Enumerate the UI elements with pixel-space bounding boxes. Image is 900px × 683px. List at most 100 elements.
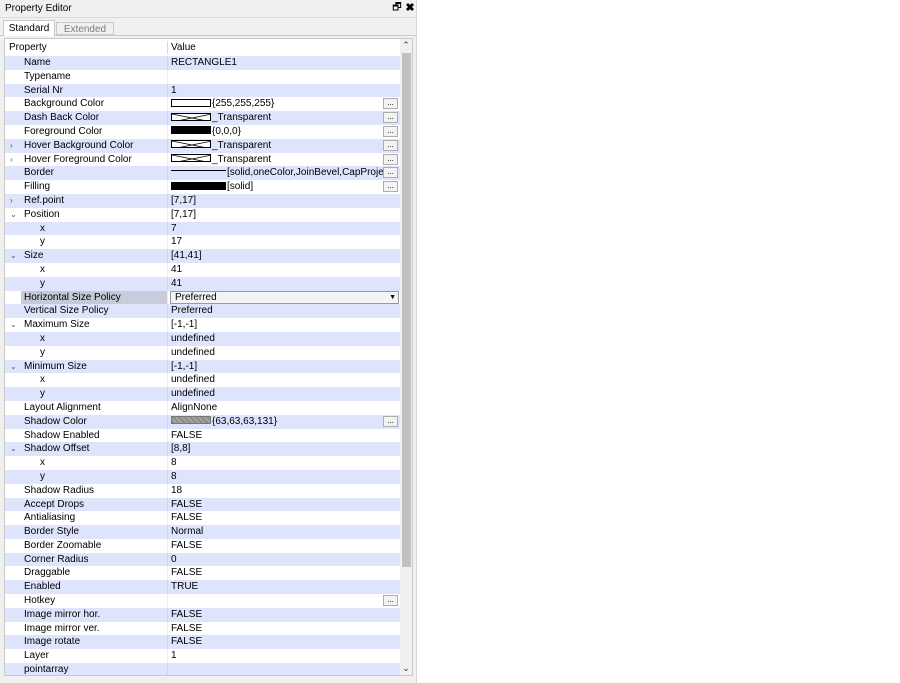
property-value[interactable]: [8,8] (171, 442, 384, 456)
property-row[interactable]: Horizontal Size Policy Preferred ▼ (5, 290, 400, 305)
browse-button[interactable]: ... (383, 98, 398, 110)
property-row[interactable]: Corner Radius 0 (5, 552, 400, 567)
property-row[interactable]: x undefined (5, 373, 400, 388)
browse-button[interactable]: ... (383, 595, 398, 607)
collapse-arrow-icon[interactable]: ⌄ (10, 249, 17, 263)
browse-button[interactable]: ... (383, 153, 398, 165)
property-row[interactable]: Serial Nr 1 (5, 83, 400, 98)
property-value[interactable]: undefined (171, 387, 384, 401)
property-row[interactable]: Enabled TRUE (5, 580, 400, 595)
property-value[interactable]: [-1,-1] (171, 318, 384, 332)
property-row[interactable]: ⌄ Minimum Size [-1,-1] (5, 359, 400, 374)
property-row[interactable]: Name RECTANGLE1 (5, 56, 400, 70)
expand-arrow-icon[interactable]: › (10, 153, 13, 167)
browse-button[interactable]: ... (383, 415, 398, 427)
property-value[interactable]: FALSE (171, 498, 384, 512)
property-row[interactable]: ⌄ Size [41,41] (5, 249, 400, 263)
property-row[interactable]: Vertical Size Policy Preferred (5, 304, 400, 319)
property-row[interactable]: x8 (5, 456, 400, 470)
property-row[interactable]: Dash Back Color _Transparent... (5, 111, 400, 125)
property-row[interactable]: Filling [solid]... (5, 180, 400, 194)
property-row[interactable]: › Hover Background Color _Transparent... (5, 138, 400, 153)
property-row[interactable]: y undefined (5, 345, 400, 360)
property-row[interactable]: y8 (5, 469, 400, 484)
property-row[interactable]: Border Style Normal (5, 525, 400, 539)
property-value[interactable]: _Transparent (171, 139, 384, 153)
property-row[interactable]: ⌄ Position [7,17] (5, 207, 400, 222)
browse-button[interactable]: ... (383, 167, 398, 179)
property-value[interactable]: 0 (171, 553, 384, 567)
property-row[interactable]: pointarray (5, 663, 400, 675)
property-row[interactable]: y 41 (5, 276, 400, 291)
property-row[interactable]: Layout Alignment AlignNone (5, 400, 400, 415)
property-row[interactable]: Foreground Color {0,0,0}... (5, 124, 400, 139)
property-value[interactable]: [7,17] (171, 208, 384, 222)
collapse-arrow-icon[interactable]: ⌄ (10, 442, 17, 456)
property-row[interactable]: Border [solid,oneColor,JoinBevel,CapProje… (5, 166, 400, 181)
header-value[interactable]: Value (171, 42, 196, 53)
property-row[interactable]: › Ref.point [7,17] (5, 193, 400, 208)
property-value[interactable]: TRUE (171, 580, 384, 594)
property-value[interactable]: [41,41] (171, 249, 384, 263)
expand-arrow-icon[interactable]: › (10, 139, 13, 153)
size-policy-dropdown[interactable]: Preferred ▼ (170, 290, 399, 304)
restore-icon[interactable]: 🗗 (391, 2, 403, 14)
property-value[interactable]: 1 (171, 84, 384, 98)
property-row[interactable]: Accept Drops FALSE (5, 497, 400, 512)
property-value[interactable]: [-1,-1] (171, 360, 384, 374)
property-value[interactable]: [7,17] (171, 194, 384, 208)
property-value[interactable]: {63,63,63,131} (171, 415, 384, 429)
property-row[interactable]: x undefined (5, 331, 400, 346)
property-row[interactable]: x 41 (5, 262, 400, 277)
scroll-down-icon[interactable]: ⌄ (400, 662, 412, 674)
chevron-down-icon[interactable]: ▼ (389, 292, 396, 303)
property-row[interactable]: › Hover Foreground Color _Transparent... (5, 152, 400, 167)
property-row[interactable]: x7 (5, 221, 400, 236)
property-row[interactable]: y 17 (5, 235, 400, 250)
property-value[interactable]: AlignNone (171, 401, 384, 415)
property-value[interactable]: 8 (171, 456, 384, 470)
property-value[interactable]: FALSE (171, 635, 384, 649)
tab-standard[interactable]: Standard (3, 20, 55, 36)
scroll-thumb[interactable] (402, 53, 411, 567)
property-value[interactable]: Normal (171, 525, 384, 539)
collapse-arrow-icon[interactable]: ⌄ (10, 360, 17, 374)
property-value[interactable]: RECTANGLE1 (171, 56, 384, 70)
property-row[interactable]: Image mirror hor. FALSE (5, 607, 400, 622)
property-value[interactable]: undefined (171, 332, 384, 346)
property-row[interactable]: y undefined (5, 387, 400, 401)
property-value[interactable]: _Transparent (171, 153, 384, 167)
property-value[interactable]: _Transparent (171, 111, 384, 125)
browse-button[interactable]: ... (383, 139, 398, 151)
property-value[interactable]: FALSE (171, 539, 384, 553)
property-value[interactable]: Preferred (171, 304, 384, 318)
property-value[interactable]: FALSE (171, 608, 384, 622)
property-value[interactable]: FALSE (171, 566, 384, 580)
header-divider[interactable] (167, 41, 168, 54)
collapse-arrow-icon[interactable]: ⌄ (10, 318, 17, 332)
vertical-scrollbar[interactable]: ⌃ ⌄ (400, 39, 412, 675)
property-row[interactable]: Typename (5, 69, 400, 84)
property-value[interactable]: undefined (171, 346, 384, 360)
property-value[interactable]: [solid] (171, 180, 384, 194)
browse-button[interactable]: ... (383, 125, 398, 137)
property-row[interactable]: Shadow Enabled FALSE (5, 428, 400, 443)
close-icon[interactable]: ✖ (404, 2, 416, 14)
property-value[interactable]: 1 (171, 649, 384, 663)
property-row[interactable]: Image mirror ver. FALSE (5, 621, 400, 636)
scroll-up-icon[interactable]: ⌃ (400, 39, 412, 51)
property-value[interactable]: {255,255,255} (171, 97, 384, 111)
property-value[interactable]: FALSE (171, 622, 384, 636)
property-value[interactable]: undefined (171, 373, 384, 387)
property-value[interactable]: FALSE (171, 511, 384, 525)
property-row[interactable]: Image rotate FALSE (5, 635, 400, 650)
collapse-arrow-icon[interactable]: ⌄ (10, 208, 17, 222)
property-value[interactable]: 8 (171, 470, 384, 484)
property-row[interactable]: Layer 1 (5, 649, 400, 664)
property-value[interactable]: FALSE (171, 429, 384, 443)
property-row[interactable]: Shadow Radius 18 (5, 483, 400, 498)
property-value[interactable]: 18 (171, 484, 384, 498)
expand-arrow-icon[interactable]: › (10, 194, 13, 208)
browse-button[interactable]: ... (383, 181, 398, 193)
browse-button[interactable]: ... (383, 112, 398, 124)
